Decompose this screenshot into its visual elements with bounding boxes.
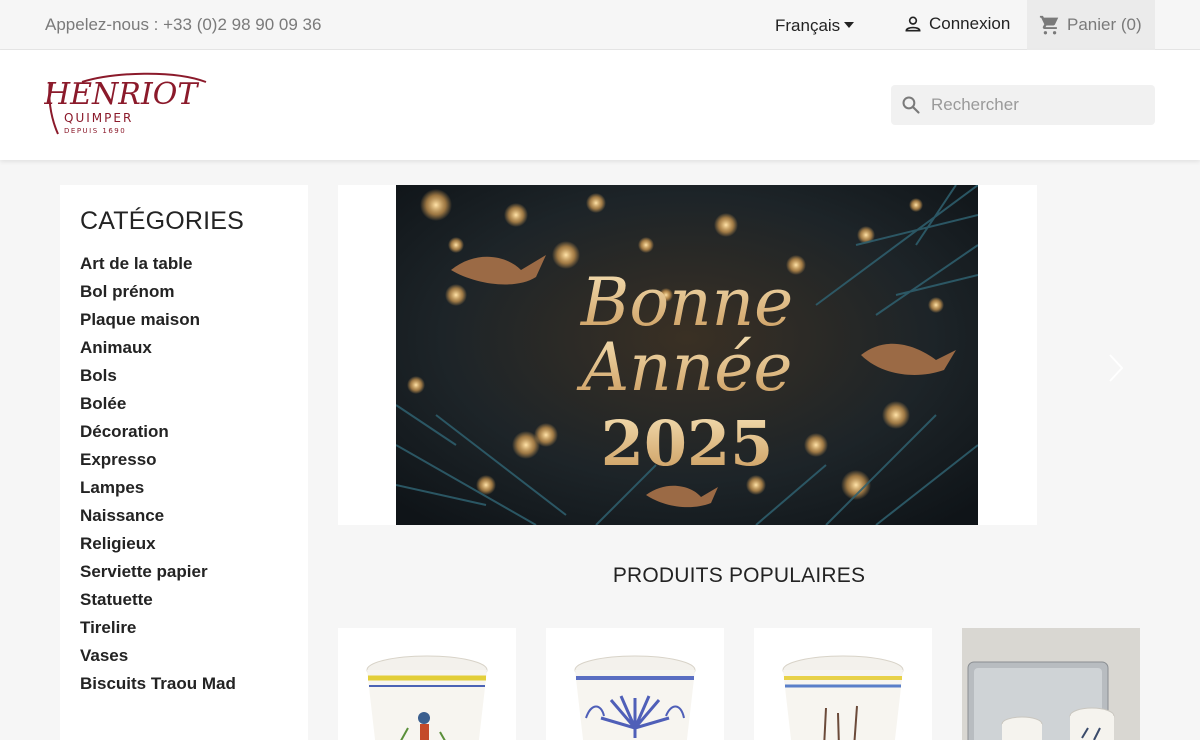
search-box bbox=[891, 85, 1155, 125]
slide-line-3: 2025 bbox=[601, 407, 774, 480]
category-item[interactable]: Art de la table bbox=[80, 250, 288, 278]
category-item[interactable]: Biscuits Traou Mad bbox=[80, 670, 288, 698]
logo-wordmark: HENRIOT bbox=[44, 77, 199, 112]
site-header: HENRIOT QUIMPER DEPUIS 1690 bbox=[0, 50, 1200, 160]
category-item[interactable]: Serviette papier bbox=[80, 558, 288, 586]
category-item[interactable]: Expresso bbox=[80, 446, 288, 474]
logo-quimper: QUIMPER bbox=[64, 111, 133, 125]
category-item[interactable]: Religieux bbox=[80, 530, 288, 558]
product-image bbox=[962, 628, 1140, 740]
henriot-logo[interactable]: HENRIOT QUIMPER DEPUIS 1690 bbox=[43, 68, 214, 143]
popular-products-title: PRODUITS POPULAIRES bbox=[612, 564, 866, 587]
product-image bbox=[574, 655, 696, 740]
category-list: Art de la table Bol prénom Plaque maison… bbox=[80, 250, 288, 698]
language-label: Français bbox=[775, 16, 841, 35]
top-bar: Appelez-nous : +33 (0)2 98 90 09 36 Fran… bbox=[0, 0, 1200, 50]
search-input[interactable] bbox=[931, 95, 1141, 115]
categories-sidebar: CATÉGORIES Art de la table Bol prénom Pl… bbox=[60, 185, 308, 740]
category-item[interactable]: Bolée bbox=[80, 390, 288, 418]
category-item[interactable]: Vases bbox=[80, 642, 288, 670]
shopping-cart-icon bbox=[1039, 15, 1059, 35]
carousel-prev-icon[interactable] bbox=[352, 353, 372, 383]
category-item[interactable]: Décoration bbox=[80, 418, 288, 446]
product-card[interactable] bbox=[962, 628, 1140, 740]
cart-button[interactable]: Panier (0) bbox=[1027, 0, 1155, 50]
slide-line-2: Année bbox=[576, 329, 793, 406]
product-image bbox=[366, 655, 488, 740]
login-label: Connexion bbox=[929, 14, 1011, 33]
category-item[interactable]: Plaque maison bbox=[80, 306, 288, 334]
product-card[interactable] bbox=[754, 628, 932, 740]
carousel-next-icon[interactable] bbox=[1106, 353, 1126, 383]
phone-number: Appelez-nous : +33 (0)2 98 90 09 36 bbox=[45, 15, 322, 34]
language-selector[interactable]: Français bbox=[775, 16, 855, 36]
category-item[interactable]: Tirelire bbox=[80, 614, 288, 642]
category-item[interactable]: Bols bbox=[80, 362, 288, 390]
caret-down-icon bbox=[844, 22, 855, 28]
login-link[interactable]: Connexion bbox=[903, 14, 1010, 34]
category-item[interactable]: Bol prénom bbox=[80, 278, 288, 306]
product-image bbox=[782, 655, 904, 740]
product-card[interactable] bbox=[546, 628, 724, 740]
product-card[interactable] bbox=[338, 628, 516, 740]
categories-title: CATÉGORIES bbox=[80, 207, 245, 235]
category-item[interactable]: Statuette bbox=[80, 586, 288, 614]
category-item[interactable]: Naissance bbox=[80, 502, 288, 530]
user-icon bbox=[905, 16, 921, 32]
category-item[interactable]: Lampes bbox=[80, 474, 288, 502]
cart-label: Panier (0) bbox=[1067, 15, 1142, 34]
hero-carousel: Bonne Année 2025 bbox=[338, 185, 1124, 525]
carousel-slide[interactable]: Bonne Année 2025 bbox=[396, 185, 978, 525]
logo-since: DEPUIS 1690 bbox=[64, 127, 126, 135]
search-icon[interactable] bbox=[901, 95, 921, 115]
category-item[interactable]: Animaux bbox=[80, 334, 288, 362]
